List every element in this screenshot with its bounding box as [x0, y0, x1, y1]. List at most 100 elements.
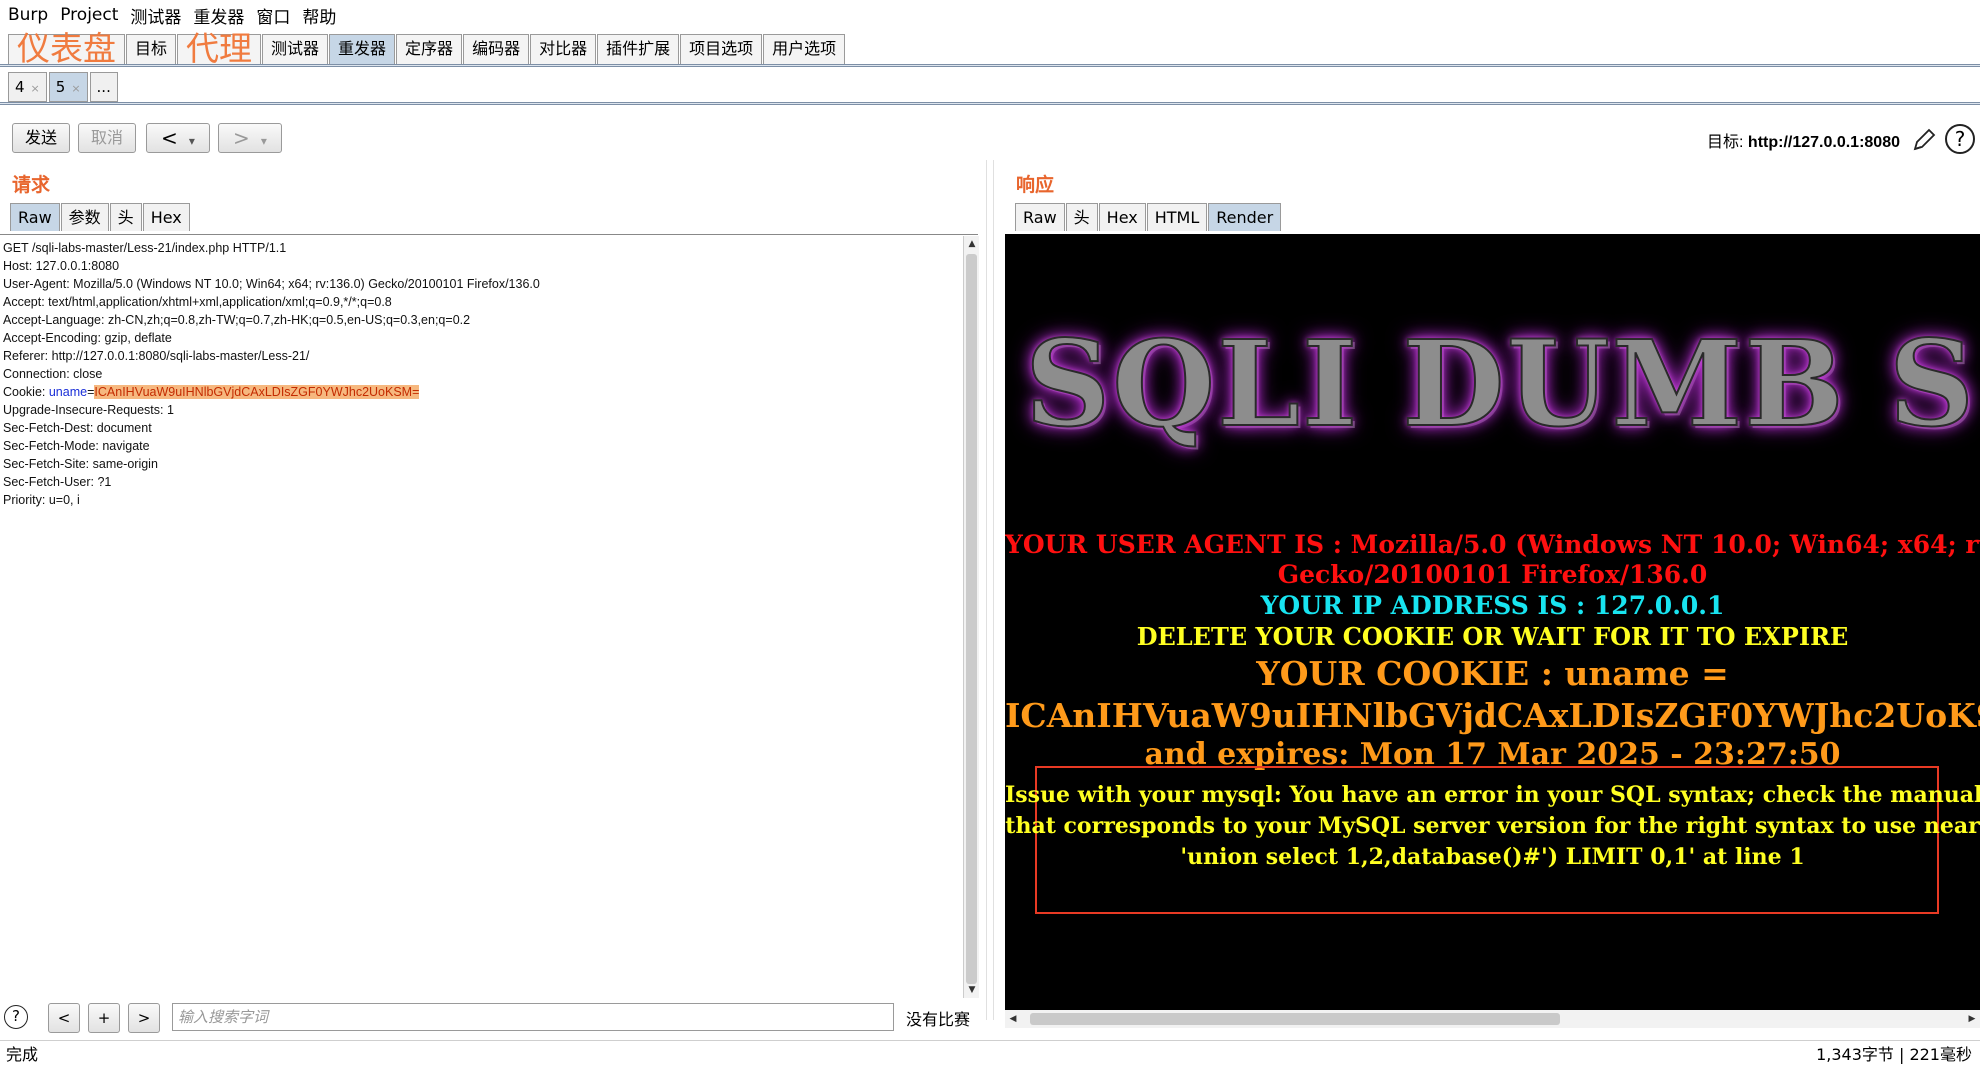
main-tab-underline [0, 64, 1980, 67]
request-tab-hex[interactable]: Hex [142, 203, 190, 231]
user-agent-text: YOUR USER AGENT IS : Mozilla/5.0 (Window… [1005, 530, 1980, 559]
cookie-header-line: Cookie: uname=ICAnIHVuaW9uIHNlbGVjdCAxLD… [0, 383, 978, 401]
scroll-up-icon[interactable]: ▲ [964, 236, 980, 252]
request-line: Accept: text/html,application/xhtml+xml,… [3, 295, 392, 309]
cookie-text: YOUR COOKIE : uname = [1256, 654, 1729, 693]
request-line: Accept-Encoding: gzip, deflate [3, 331, 172, 345]
scroll-right-icon[interactable]: ▶ [1964, 1010, 1980, 1028]
response-size-time: 1,343字节 | 221毫秒 [1816, 1045, 1972, 1064]
search-input[interactable]: 输入搜索字词 [172, 1003, 894, 1031]
menu-bar: Burp Project 测试器 重发器 窗口 帮助 [0, 0, 1980, 30]
repeater-tab-label: 5 [55, 78, 66, 96]
forward-button[interactable]: > ▾ [218, 123, 282, 153]
cookie-prefix: Cookie: [3, 385, 49, 399]
menu-help[interactable]: 帮助 [302, 3, 336, 28]
request-view-tabs: Raw 参数 头 Hex [10, 203, 191, 231]
response-tab-headers[interactable]: 头 [1065, 203, 1098, 231]
search-prev-button[interactable]: < [48, 1003, 80, 1033]
cookie-name: uname [48, 385, 88, 399]
menu-window[interactable]: 窗口 [256, 3, 290, 28]
tab-proxy[interactable]: 代理 [177, 32, 262, 65]
menu-repeater[interactable]: 重发器 [193, 3, 244, 28]
pencil-icon[interactable] [1910, 126, 1938, 154]
response-tab-hex[interactable]: Hex [1098, 203, 1146, 231]
request-line: Host: 127.0.0.1:8080 [3, 259, 120, 273]
request-line: Sec-Fetch-Site: same-origin [3, 457, 158, 471]
search-add-button[interactable]: + [88, 1003, 120, 1033]
target-url: http://127.0.0.1:8080 [1747, 134, 1900, 151]
repeater-new-tab[interactable]: ... [89, 72, 118, 102]
response-tab-html[interactable]: HTML [1146, 203, 1208, 231]
chevron-right-icon: > [233, 126, 250, 150]
cookie-value-highlight[interactable]: ICAnIHVuaW9uIHNlbGVjdCAxLDIsZGF0YWJhc2Uo… [94, 385, 420, 399]
close-icon[interactable]: × [31, 82, 40, 95]
cancel-button[interactable]: 取消 [78, 123, 136, 153]
tab-user-options[interactable]: 用户选项 [763, 34, 846, 64]
pane-splitter[interactable] [986, 160, 994, 1020]
response-tab-raw[interactable]: Raw [1015, 203, 1065, 231]
tab-repeater[interactable]: 重发器 [329, 34, 396, 64]
help-icon[interactable]: ? [1945, 124, 1975, 154]
response-title: 响应 [1016, 174, 1055, 196]
sql-error-text-cont: that corresponds to your MySQL server ve… [1005, 813, 1980, 839]
request-line: Sec-Fetch-User: ?1 [3, 475, 112, 489]
request-tab-headers[interactable]: 头 [109, 203, 142, 231]
user-agent-text-cont: Gecko/20100101 Firefox/136.0 [1277, 560, 1708, 589]
chevron-left-icon: < [161, 126, 178, 150]
scroll-down-icon[interactable]: ▼ [964, 982, 980, 998]
tab-dashboard[interactable]: 仪表盘 [8, 32, 125, 65]
back-button[interactable]: < ▾ [146, 123, 210, 153]
dropdown-arrow-icon: ▾ [260, 134, 267, 148]
tab-project-options[interactable]: 项目选项 [680, 34, 763, 64]
tab-target[interactable]: 目标 [126, 34, 177, 64]
menu-burp[interactable]: Burp [8, 5, 48, 25]
request-line: Sec-Fetch-Dest: document [3, 421, 152, 435]
request-line: GET /sqli-labs-master/Less-21/index.php … [3, 241, 287, 255]
request-line: Accept-Language: zh-CN,zh;q=0.8,zh-TW;q=… [3, 313, 471, 327]
request-line: Priority: u=0, i [3, 493, 80, 507]
menu-project[interactable]: Project [60, 5, 118, 25]
request-tab-raw[interactable]: Raw [10, 203, 60, 231]
repeater-tab-5[interactable]: 5 × [48, 72, 88, 102]
tab-comparer[interactable]: 对比器 [530, 34, 597, 64]
request-line: Connection: close [3, 367, 103, 381]
scrollbar-thumb[interactable] [966, 254, 977, 984]
response-render-view: SQLI DUMB S YOUR USER AGENT IS : Mozilla… [1005, 234, 1980, 1010]
ip-address-text: YOUR IP ADDRESS IS : 127.0.0.1 [1260, 591, 1725, 620]
response-hscrollbar[interactable]: ◀ ▶ [1005, 1010, 1980, 1028]
delete-cookie-text: DELETE YOUR COOKIE OR WAIT FOR IT TO EXP… [1136, 622, 1849, 651]
dropdown-arrow-icon: ▾ [188, 134, 195, 148]
menu-intruder[interactable]: 测试器 [130, 3, 181, 28]
send-button[interactable]: 发送 [12, 123, 70, 153]
tab-sequencer[interactable]: 定序器 [396, 34, 463, 64]
sql-error-text: Issue with your mysql: You have an error… [1005, 782, 1980, 808]
scroll-left-icon[interactable]: ◀ [1005, 1010, 1021, 1028]
status-text: 完成 [6, 1045, 39, 1064]
search-result-count: 没有比赛 [906, 1010, 971, 1029]
request-line: Referer: http://127.0.0.1:8080/sqli-labs… [3, 349, 310, 363]
repeater-tab-bar: 4 × 5 × ... [8, 72, 120, 102]
sql-error-text-near: 'union select 1,2,database()#') LIMIT 0,… [1180, 844, 1805, 870]
repeater-tab-underline [0, 102, 1980, 105]
main-tab-bar: 仪表盘 目标 代理 测试器 重发器 定序器 编码器 对比器 插件扩展 项目选项 … [8, 32, 846, 65]
request-line: User-Agent: Mozilla/5.0 (Windows NT 10.0… [3, 277, 540, 291]
response-tab-render[interactable]: Render [1208, 203, 1282, 231]
request-line: Sec-Fetch-Mode: navigate [3, 439, 150, 453]
response-view-tabs: Raw 头 Hex HTML Render [1015, 203, 1282, 231]
status-bar: 完成 1,343字节 | 221毫秒 [0, 1040, 1980, 1070]
request-scrollbar[interactable]: ▲ ▼ [963, 236, 979, 998]
tab-intruder[interactable]: 测试器 [262, 34, 329, 64]
request-tab-params[interactable]: 参数 [60, 203, 109, 231]
close-icon[interactable]: × [71, 82, 80, 95]
cookie-value-text: ICAnIHVuaW9uIHNlbGVjdCAxLDIsZGF0YWJhc2Uo… [1005, 696, 1980, 735]
target-indicator: 目标: http://127.0.0.1:8080 [1707, 128, 1900, 152]
search-next-button[interactable]: > [128, 1003, 160, 1033]
sqli-dumb-banner: SQLI DUMB S [1024, 313, 1977, 454]
scrollbar-thumb[interactable] [1030, 1013, 1560, 1025]
request-title: 请求 [12, 174, 51, 196]
tab-extender[interactable]: 插件扩展 [597, 34, 680, 64]
repeater-tab-4[interactable]: 4 × [8, 72, 47, 102]
tab-decoder[interactable]: 编码器 [463, 34, 530, 64]
help-icon[interactable]: ? [4, 1005, 28, 1029]
request-editor[interactable]: GET /sqli-labs-master/Less-21/index.php … [0, 234, 978, 998]
